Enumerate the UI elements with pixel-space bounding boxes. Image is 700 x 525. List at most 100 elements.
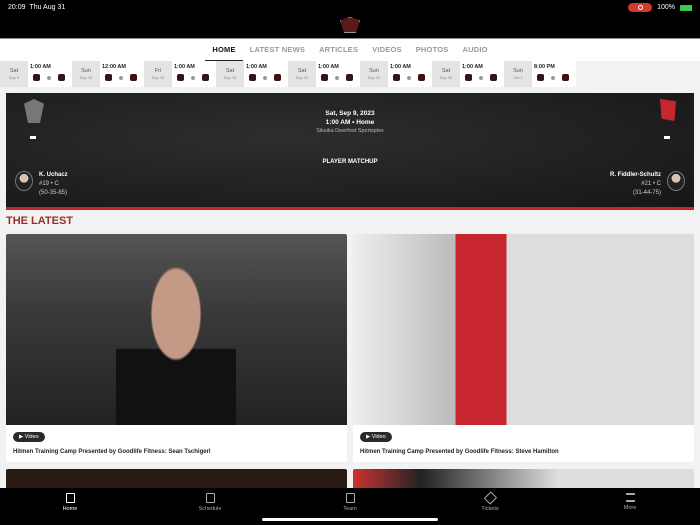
status-bar: 20:09 Thu Aug 31 100% xyxy=(0,0,700,38)
card-title: Hitmen Training Camp Presented by Goodli… xyxy=(360,449,559,455)
tab-photos[interactable]: PHOTOS xyxy=(409,39,456,62)
schedule-game[interactable]: 1:00 AM xyxy=(28,61,72,87)
home-record-marker xyxy=(30,136,36,139)
video-thumbnail xyxy=(353,234,694,425)
schedule-time: 8:00 PM xyxy=(534,64,555,70)
status-time: 20:09 Thu Aug 31 xyxy=(8,4,65,11)
battery-icon xyxy=(680,4,692,11)
nav-schedule[interactable]: Schedule xyxy=(140,488,280,525)
schedule-day-date: Sep 16 xyxy=(223,75,237,80)
at-icon xyxy=(479,75,483,80)
nav-label: Schedule xyxy=(198,506,222,512)
team-logo-icon xyxy=(490,74,497,81)
tab-home[interactable]: HOME xyxy=(205,39,243,62)
schedule-day-date: Sep 30 xyxy=(439,75,453,80)
screen-record-icon[interactable] xyxy=(628,3,653,12)
schedule-game[interactable]: 1:00 AM xyxy=(316,61,360,87)
news-card[interactable]: ▶ Video Hitmen Training Camp Presented b… xyxy=(353,234,694,462)
schedule-day-date: Sep 24 xyxy=(367,75,381,80)
home-icon xyxy=(65,493,75,503)
tab-videos[interactable]: VIDEOS xyxy=(365,39,409,62)
home-player-name: K. Uchacz xyxy=(39,172,68,178)
at-icon xyxy=(407,75,411,80)
home-indicator[interactable] xyxy=(262,518,438,521)
player-matchup-label: PLAYER MATCHUP xyxy=(322,159,378,165)
team-logo-icon xyxy=(249,74,256,81)
at-icon xyxy=(335,75,339,80)
schedule-game[interactable]: 1:00 AM xyxy=(460,61,504,87)
schedule-day-date: Sep 9 xyxy=(8,75,20,80)
schedule-game[interactable]: 1:00 AM xyxy=(388,61,432,87)
nav-home[interactable]: Home xyxy=(0,488,140,525)
schedule-date[interactable]: Sun Sep 24 xyxy=(360,61,388,87)
team-logo-icon xyxy=(346,74,353,81)
team-logo-icon xyxy=(418,74,425,81)
schedule-time: 1:00 AM xyxy=(30,64,51,70)
at-icon xyxy=(551,75,555,80)
schedule-date[interactable]: Sat Sep 16 xyxy=(216,61,244,87)
nav-label: Home xyxy=(62,506,78,512)
ticket-icon xyxy=(483,491,497,505)
schedule-date[interactable]: Sun Sep 10 xyxy=(72,61,100,87)
video-badge: ▶ Video xyxy=(13,432,45,442)
game-card[interactable]: Sat, Sep 9, 2023 1:00 AM • Home Siksika … xyxy=(6,93,694,210)
schedule-day: Sun xyxy=(369,68,379,74)
nav-label: Team xyxy=(343,506,357,512)
schedule-day: Sat xyxy=(297,68,307,74)
team-logo-icon xyxy=(562,74,569,81)
nav-label: More xyxy=(623,505,637,511)
calendar-icon xyxy=(205,493,215,503)
home-player[interactable]: K. Uchacz #19 • C (50-35-85) xyxy=(39,171,68,198)
team-logo-icon xyxy=(58,74,65,81)
schedule-day-date: Oct 1 xyxy=(513,75,523,80)
schedule-date[interactable]: Sun Oct 1 xyxy=(504,61,532,87)
content-tabs: HOME LATEST NEWS ARTICLES VIDEOS PHOTOS … xyxy=(0,38,700,62)
nav-more[interactable]: More xyxy=(560,488,700,525)
away-record-marker xyxy=(664,136,670,139)
badge-label: Video xyxy=(371,434,386,440)
tab-articles[interactable]: ARTICLES xyxy=(312,39,365,62)
team-logo-icon xyxy=(321,74,328,81)
schedule-game[interactable]: 8:00 PM xyxy=(532,61,576,87)
game-time: 1:00 AM • Home xyxy=(325,119,375,126)
schedule-time: 1:00 AM xyxy=(390,64,411,70)
schedule-day-date: Sep 10 xyxy=(79,75,93,80)
team-logo-icon xyxy=(105,74,112,81)
badge-label: Video xyxy=(24,434,39,440)
team-logo xyxy=(340,17,360,33)
schedule-game[interactable]: 1:00 AM xyxy=(172,61,216,87)
menu-icon xyxy=(625,493,635,502)
home-player-avatar xyxy=(15,171,33,191)
schedule-date[interactable]: Sat Sep 9 xyxy=(0,61,28,87)
schedule-time: 1:00 AM xyxy=(462,64,483,70)
schedule-day: Sun xyxy=(513,68,523,74)
at-icon xyxy=(191,75,195,80)
nav-tickets[interactable]: Tickets xyxy=(420,488,560,525)
team-logo-icon xyxy=(177,74,184,81)
schedule-game[interactable]: 12:00 AM xyxy=(100,61,144,87)
date: Thu Aug 31 xyxy=(29,4,66,11)
schedule-date[interactable]: Sat Sep 23 xyxy=(288,61,316,87)
at-icon xyxy=(47,75,51,80)
card-title: Hitmen Training Camp Presented by Goodli… xyxy=(13,449,211,455)
tab-audio[interactable]: AUDIO xyxy=(455,39,494,62)
away-player-name: R. Fiddler-Schultz xyxy=(610,172,661,178)
schedule-game[interactable]: 1:00 AM xyxy=(244,61,288,87)
schedule-day: Sat xyxy=(225,68,235,74)
tab-latest-news[interactable]: LATEST NEWS xyxy=(243,39,312,62)
team-logo-icon xyxy=(33,74,40,81)
player-icon xyxy=(345,493,355,503)
schedule-strip[interactable]: Sat Sep 9 1:00 AM Sun Sep 10 12:00 AM Fri S… xyxy=(0,61,576,87)
schedule-date[interactable]: Sat Sep 30 xyxy=(432,61,460,87)
schedule-time: 1:00 AM xyxy=(174,64,195,70)
news-card[interactable]: ▶ Video Hitmen Training Camp Presented b… xyxy=(6,234,347,462)
schedule-date[interactable]: Fri Sep 15 xyxy=(144,61,172,87)
schedule-day: Sat xyxy=(9,68,19,74)
away-player-stats: (31-44-75) xyxy=(632,190,661,196)
schedule-time: 12:00 AM xyxy=(102,64,126,70)
home-player-number: #19 • C xyxy=(39,181,59,187)
away-player[interactable]: R. Fiddler-Schultz #21 • C (31-44-75) xyxy=(610,171,661,198)
schedule-day-date: Sep 23 xyxy=(295,75,309,80)
schedule-day: Sun xyxy=(81,68,91,74)
home-player-stats: (50-35-85) xyxy=(39,190,68,196)
